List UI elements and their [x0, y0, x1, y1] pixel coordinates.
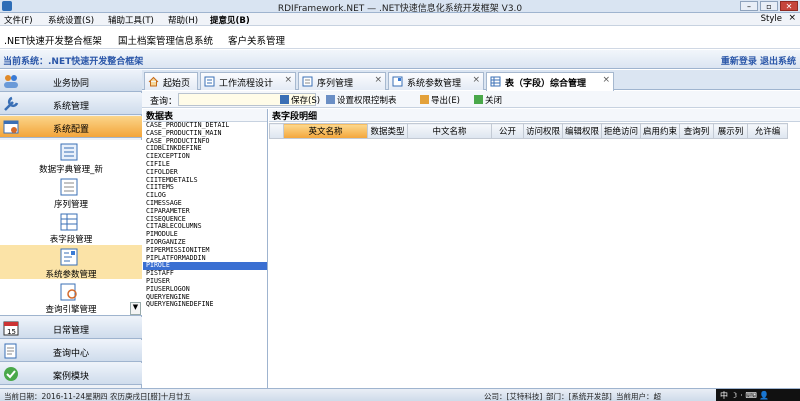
close-tab-icon[interactable]: ×: [602, 75, 610, 85]
save-icon: [280, 95, 289, 104]
document-tabs: 起始页 工作流程设计 × 序列管理 × 系统参数管理 × 表（字段）综合管理 ×: [142, 70, 800, 91]
nav-item-table-fields[interactable]: 表字段管理: [0, 210, 142, 245]
style-menu[interactable]: Style: [761, 14, 782, 24]
column-header[interactable]: 查询列: [679, 123, 715, 139]
ime-indicator[interactable]: 中 ☽ · ⌨ 👤: [716, 389, 800, 401]
home-icon: [148, 76, 159, 87]
status-user: 当前用户：超: [616, 392, 661, 401]
status-date: 当前日期：2016-11-24星期四 农历庚戌日[腊]十月廿五: [4, 392, 191, 401]
sidebar-group-label: 系统管理: [52, 102, 89, 112]
sequence-icon: [302, 76, 313, 87]
menu-help[interactable]: 帮助(H): [168, 14, 198, 26]
data-table-item[interactable]: QUERYENGINEDEFINE: [143, 301, 267, 309]
menu-close-icon[interactable]: ×: [788, 13, 796, 23]
system-link-crm[interactable]: 客户关系管理: [228, 33, 285, 47]
nav-item-query-engine[interactable]: 查询引擎管理: [0, 280, 142, 315]
column-header[interactable]: 访问权限: [522, 123, 564, 139]
permission-table-button[interactable]: 设置权限控制表: [326, 94, 397, 106]
nav-item-system-params[interactable]: 系统参数管理: [0, 245, 142, 280]
nav-item-label: 表字段管理: [49, 235, 93, 245]
close-tab-icon[interactable]: ×: [284, 75, 292, 85]
field-grid-panel: 表字段明细 英文名称 数据类型 中文名称 公开 访问权限 编辑权限 拒绝访问 启用约束 查询列展…: [269, 109, 800, 388]
status-bar: 当前日期：2016-11-24星期四 农历庚戌日[腊]十月廿五 公司：[艾特科技…: [0, 388, 800, 401]
column-header[interactable]: 公开: [491, 123, 524, 139]
sequence-icon: [60, 178, 78, 196]
close-window-button[interactable]: ✕: [780, 1, 798, 11]
sidebar-group-label: 日常管理: [52, 326, 89, 336]
sidebar: 业务协同 系统管理 系统配置 数据字典管理_新 序列管理 表字段管理 系统参数管…: [0, 70, 142, 388]
status-department: 部门：[系统开发部]: [546, 392, 612, 401]
nav-item-label: 系统参数管理: [45, 270, 97, 280]
sidebar-group-label: 系统配置: [52, 125, 89, 135]
column-header[interactable]: 允许编: [747, 123, 789, 139]
field-grid: 英文名称 数据类型 中文名称 公开 访问权限 编辑权限 拒绝访问 启用约束 查询列 展示列 允许编: [269, 123, 789, 139]
grid-icon: [326, 95, 335, 104]
menu-feedback[interactable]: 提意见(B): [210, 14, 250, 26]
system-link-framework[interactable]: .NET快速开发整合框架: [4, 33, 102, 47]
exit-icon: [474, 95, 483, 104]
data-table-list: 数据表 CASE_PRODUCTIN_DETAIL CASE_PRODUCTIN_…: [143, 109, 268, 388]
sidebar-group-collaboration[interactable]: 业务协同: [0, 70, 142, 92]
column-header[interactable]: 启用约束: [640, 123, 681, 139]
toolbar: 查询： 保存(S) 设置权限控制表 导出(E) 关闭: [142, 91, 800, 108]
sidebar-group-label: 查询中心: [52, 349, 89, 359]
sidebar-group-daily[interactable]: 15 日常管理: [0, 317, 142, 339]
system-link-land-archive[interactable]: 国土档案管理信息系统: [118, 33, 213, 47]
nav-item-label: 序列管理: [53, 200, 88, 210]
current-system-bar: 当前系统：.NET快速开发整合框架 重新登录 退出系统: [0, 50, 800, 69]
column-header[interactable]: 英文名称: [283, 123, 368, 139]
field-grid-header: 表字段明细: [269, 109, 800, 122]
column-header[interactable]: 数据类型: [367, 123, 408, 139]
query-engine-icon: [60, 283, 77, 301]
nav-item-label: 查询引擎管理: [45, 305, 97, 315]
menu-file[interactable]: 文件(F): [4, 14, 33, 26]
scroll-down-icon[interactable]: ▼: [130, 302, 141, 315]
restore-button[interactable]: ▫: [760, 1, 778, 11]
params-icon: [60, 248, 78, 266]
sidebar-nav-panel: 数据字典管理_新 序列管理 表字段管理 系统参数管理 查询引擎管理 ▼: [0, 140, 142, 316]
sidebar-group-system-config[interactable]: 系统配置: [0, 116, 142, 138]
tab-workflow-design[interactable]: 工作流程设计 ×: [200, 72, 296, 90]
nav-item-label: 数据字典管理_新: [39, 165, 103, 175]
table-icon: [60, 213, 78, 231]
sidebar-group-label: 案例模块: [52, 372, 89, 382]
tab-start-page[interactable]: 起始页: [144, 72, 198, 90]
relogin-exit-links[interactable]: 重新登录 退出系统: [721, 54, 796, 67]
query-label: 查询：: [150, 97, 178, 107]
menu-tools[interactable]: 辅助工具(T): [108, 14, 154, 26]
system-switch-bar: .NET快速开发整合框架 国土档案管理信息系统 客户关系管理: [0, 27, 800, 49]
close-button[interactable]: 关闭: [474, 94, 502, 106]
export-button[interactable]: 导出(E): [420, 94, 460, 106]
close-tab-icon[interactable]: ×: [472, 75, 480, 85]
sidebar-group-query-center[interactable]: 查询中心: [0, 340, 142, 362]
dictionary-icon: [60, 143, 78, 161]
save-button[interactable]: 保存(S): [280, 94, 320, 106]
tab-table-field-management[interactable]: 表（字段）综合管理 ×: [486, 72, 614, 91]
close-tab-icon[interactable]: ×: [374, 75, 382, 85]
export-icon: [420, 95, 429, 104]
column-header[interactable]: 拒绝访问: [601, 123, 642, 139]
menu-bar: 文件(F) 系统设置(S) 辅助工具(T) 帮助(H) 提意见(B) Style…: [0, 13, 800, 26]
tab-system-params[interactable]: 系统参数管理 ×: [388, 72, 484, 90]
nav-item-sequence[interactable]: 序列管理: [0, 175, 142, 210]
workflow-icon: [204, 76, 215, 87]
menu-system-settings[interactable]: 系统设置(S): [48, 14, 94, 26]
column-header[interactable]: 编辑权限: [562, 123, 603, 139]
tab-sequence[interactable]: 序列管理 ×: [298, 72, 386, 90]
nav-item-dictionary[interactable]: 数据字典管理_新: [0, 140, 142, 175]
status-company: 公司：[艾特科技]: [484, 392, 543, 401]
current-system-label: 当前系统：.NET快速开发整合框架: [3, 57, 144, 67]
column-header[interactable]: 中文名称: [407, 123, 492, 139]
params-icon: [392, 76, 403, 87]
sidebar-group-examples[interactable]: 案例模块: [0, 363, 142, 385]
sidebar-group-system-management[interactable]: 系统管理: [0, 93, 142, 115]
window-titlebar: RDIFramework.NET — .NET快速信息化系统开发框架 V3.0 …: [0, 0, 800, 14]
sidebar-group-label: 业务协同: [52, 79, 89, 89]
table-icon: [490, 76, 501, 87]
column-header[interactable]: 展示列: [713, 123, 749, 139]
minimize-button[interactable]: –: [740, 1, 758, 11]
grid-corner: [269, 123, 284, 139]
